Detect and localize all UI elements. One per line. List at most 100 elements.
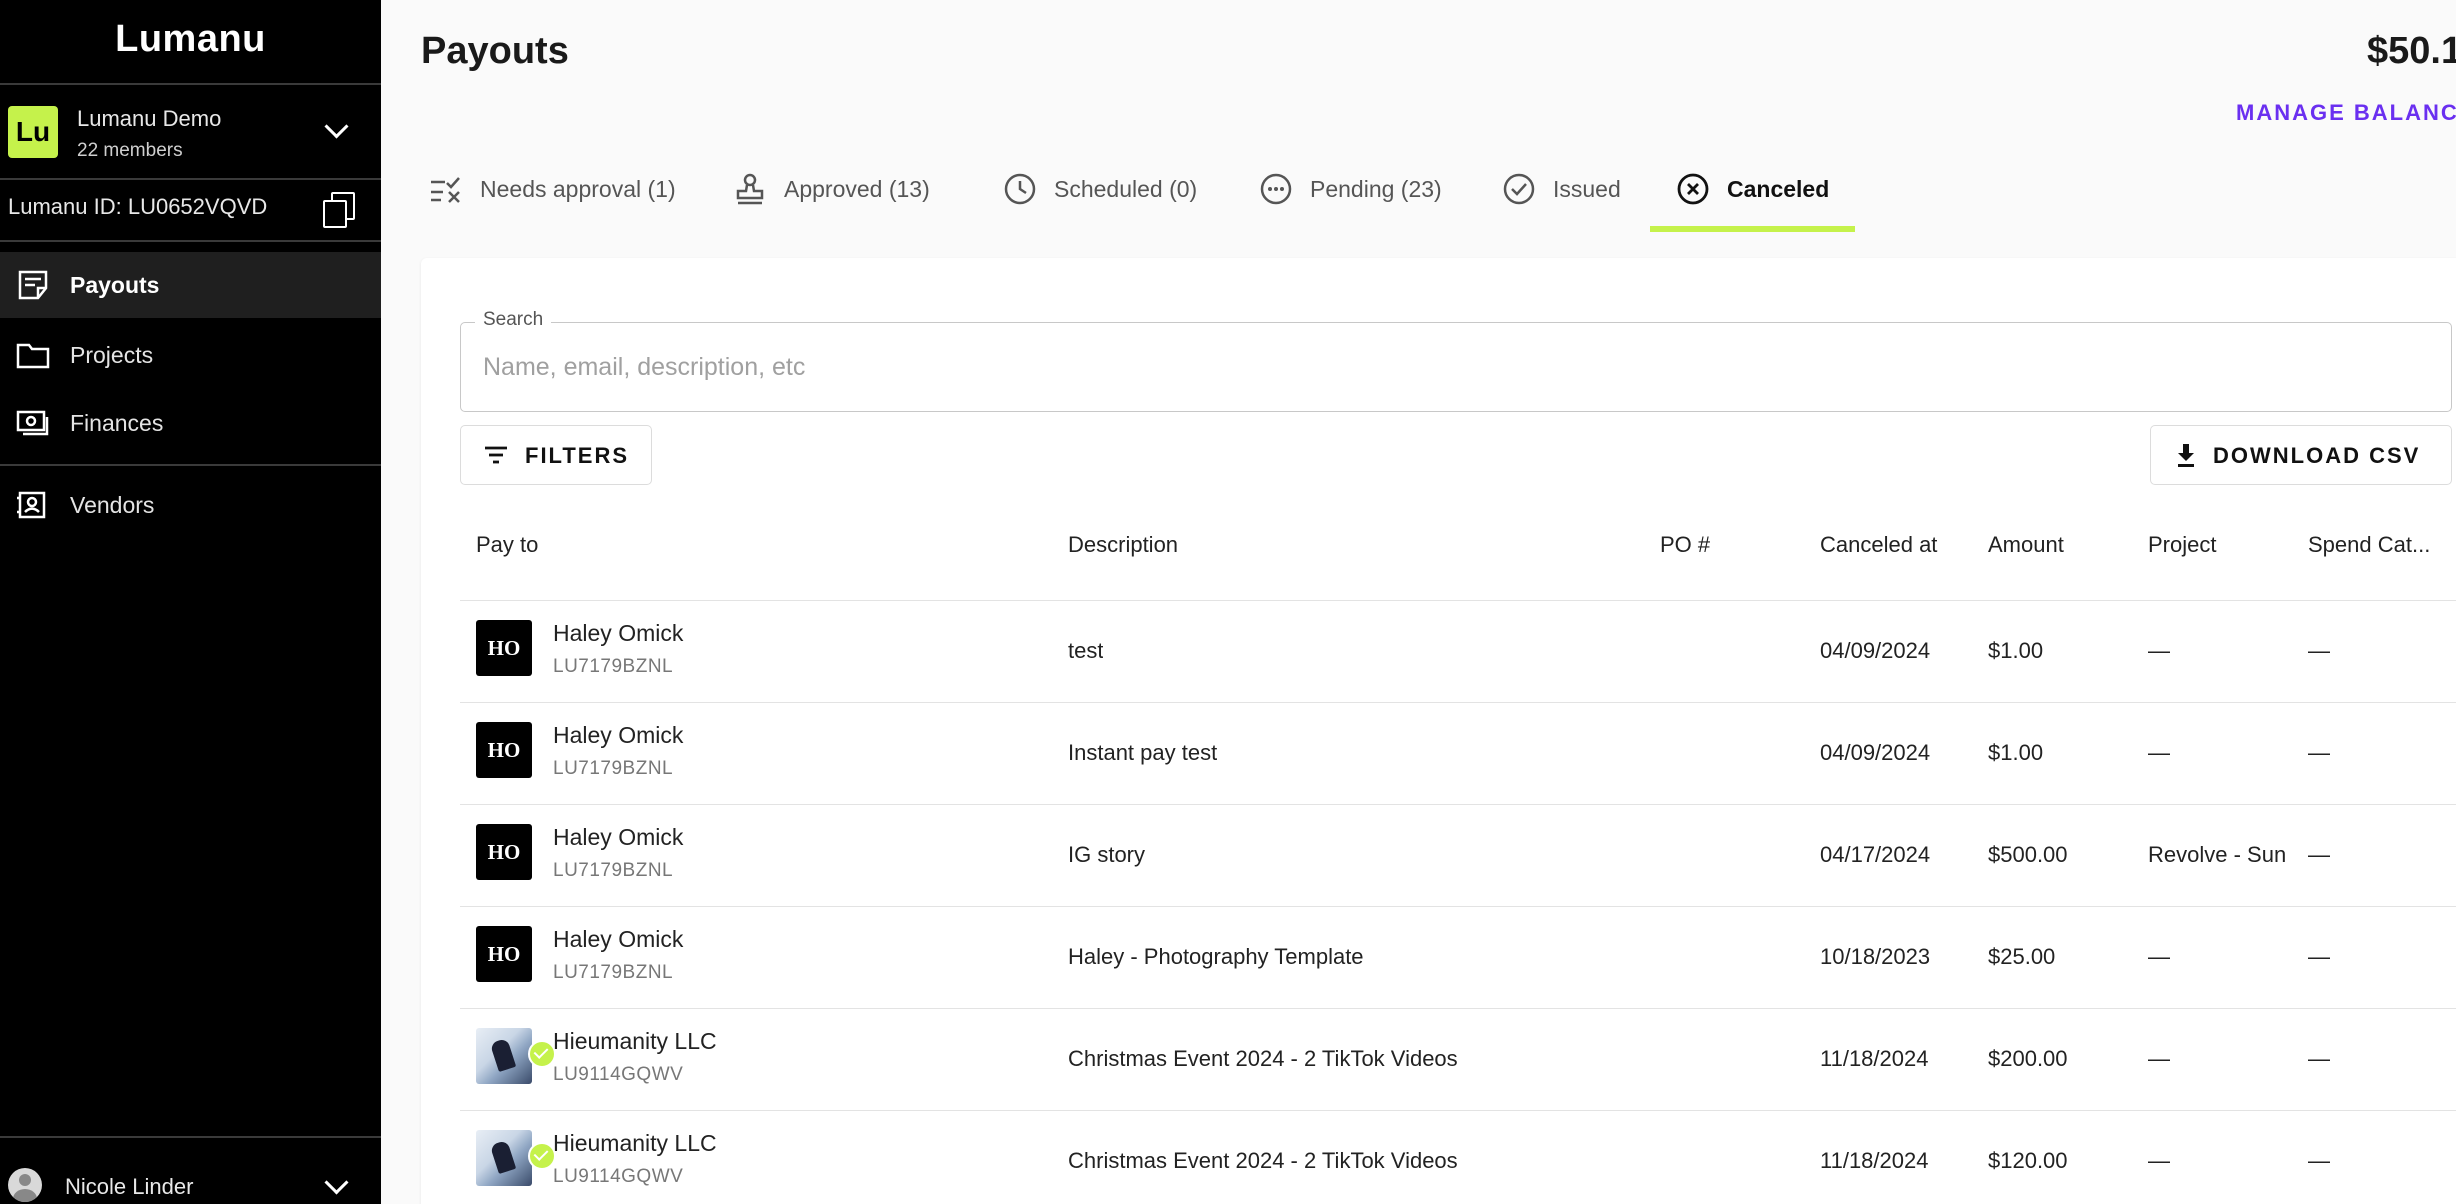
amount-cell: $1.00 [1988, 740, 2044, 765]
payee-id: LU7179BZNL [553, 962, 674, 983]
org-name: Lumanu Demo [77, 106, 222, 131]
spend-category-cell: — [2308, 842, 2330, 867]
balance-amount: $50.1 [2367, 30, 2456, 72]
sidebar-item-label: Vendors [70, 492, 155, 518]
chevron-down-icon [324, 114, 349, 139]
download-icon [2178, 444, 2194, 467]
tab-label: Scheduled (0) [1054, 176, 1198, 202]
column-header[interactable]: Description [1068, 532, 1178, 558]
description-cell: Christmas Event 2024 - 2 TikTok Videos [1068, 1148, 1458, 1173]
project-cell: — [2148, 944, 2170, 969]
payee-id: LU7179BZNL [553, 656, 674, 677]
payee-avatar: HO [476, 926, 532, 982]
spend-category-cell: — [2308, 944, 2330, 969]
table-row[interactable]: HO Haley Omick LU7179BZNL test 04/09/202… [460, 600, 2456, 703]
active-tab-indicator [1650, 226, 1855, 232]
tab-label: Issued [1553, 176, 1621, 202]
sidebar-item-vendors[interactable]: Vendors [0, 472, 381, 538]
lumanu-id: Lumanu ID: LU0652VQVD [8, 194, 268, 219]
payee-name: Haley Omick [553, 926, 684, 952]
sidebar-item-projects[interactable]: Projects [0, 322, 381, 388]
download-csv-button[interactable]: DOWNLOAD CSV [2150, 425, 2452, 485]
cash-icon [16, 410, 49, 436]
status-tabs: Needs approval (1) Approved (13) Schedul… [421, 160, 2321, 232]
column-header[interactable]: Project [2148, 532, 2216, 558]
payee-id: LU9114GQWV [553, 1166, 684, 1187]
table-row[interactable]: HO Haley Omick LU7179BZNL Instant pay te… [460, 702, 2456, 805]
org-members: 22 members [77, 140, 183, 161]
tab-label: Canceled [1727, 176, 1830, 202]
main-content: Payouts $50.1 MANAGE BALANCE Needs appro… [381, 0, 2456, 1204]
payee-name: Hieumanity LLC [553, 1130, 717, 1156]
column-header[interactable]: Amount [1988, 532, 2064, 558]
table-header: Pay to Description PO # Canceled at Amou… [460, 508, 2456, 601]
tab-label: Needs approval (1) [480, 176, 676, 202]
payee-name: Haley Omick [553, 722, 684, 748]
spend-category-cell: — [2308, 740, 2330, 765]
spend-category-cell: — [2308, 638, 2330, 663]
column-header[interactable]: PO # [1660, 532, 1710, 558]
canceled-at-cell: 11/18/2024 [1820, 1046, 1929, 1071]
canceled-at-cell: 04/09/2024 [1820, 740, 1931, 765]
filters-label: FILTERS [525, 443, 630, 468]
user-menu[interactable]: Nicole Linder [0, 1138, 381, 1204]
manage-balance-link[interactable]: MANAGE BALANCE [2236, 100, 2456, 126]
description-cell: Christmas Event 2024 - 2 TikTok Videos [1068, 1046, 1458, 1071]
search-field[interactable]: Search [460, 309, 2452, 412]
description-cell: Haley - Photography Template [1068, 944, 1364, 969]
project-cell: — [2148, 638, 2170, 663]
sidebar-item-label: Finances [70, 410, 164, 436]
payee-name: Haley Omick [553, 620, 684, 646]
amount-cell: $120.00 [1988, 1148, 2068, 1173]
table-row[interactable]: Hieumanity LLC LU9114GQWV Christmas Even… [460, 1008, 2456, 1111]
sidebar-item-payouts[interactable]: Payouts [0, 252, 381, 318]
download-csv-label: DOWNLOAD CSV [2213, 443, 2421, 468]
column-header[interactable]: Pay to [476, 532, 538, 558]
app-logo: Lumanu [115, 18, 266, 60]
payee-avatar: HO [476, 620, 532, 676]
org-switcher[interactable]: Lu Lumanu Demo 22 members [0, 86, 381, 174]
payee-id: LU7179BZNL [553, 758, 674, 779]
payee-id: LU7179BZNL [553, 860, 674, 881]
payee-avatar [476, 1130, 556, 1186]
tab-label: Pending (23) [1310, 176, 1442, 202]
description-cell: Instant pay test [1068, 740, 1218, 765]
more-circle-icon [1260, 173, 1292, 205]
column-header[interactable]: Canceled at [1820, 532, 1937, 558]
stamp-icon [736, 173, 764, 205]
table-row[interactable]: HO Haley Omick LU7179BZNL IG story 04/17… [460, 804, 2456, 907]
verified-icon [528, 1040, 556, 1068]
canceled-at-cell: 04/17/2024 [1820, 842, 1931, 867]
project-cell: — [2148, 740, 2170, 765]
copy-icon[interactable] [323, 192, 355, 228]
sidebar-item-label: Payouts [70, 272, 160, 298]
tab-label: Approved (13) [784, 176, 930, 202]
column-header[interactable]: Spend Cat... [2308, 532, 2430, 558]
payouts-icon [18, 270, 48, 300]
filters-button[interactable]: FILTERS [460, 425, 652, 485]
payee-avatar: HO [476, 722, 532, 778]
description-cell: IG story [1068, 842, 1146, 867]
description-cell: test [1068, 638, 1104, 663]
search-input[interactable] [481, 341, 2425, 393]
payee-id: LU9114GQWV [553, 1064, 684, 1085]
clock-icon [1004, 173, 1036, 205]
table-row[interactable]: HO Haley Omick LU7179BZNL Haley - Photog… [460, 906, 2456, 1009]
folder-icon [16, 343, 50, 369]
amount-cell: $500.00 [1988, 842, 2068, 867]
project-cell: Revolve - Sun [2148, 842, 2287, 867]
org-badge: Lu [8, 106, 58, 158]
spend-category-cell: — [2308, 1046, 2330, 1071]
spend-category-cell: — [2308, 1148, 2330, 1173]
table-row[interactable]: Hieumanity LLC LU9114GQWV Christmas Even… [460, 1110, 2456, 1204]
canceled-at-cell: 04/09/2024 [1820, 638, 1931, 663]
payee-avatar [476, 1028, 556, 1084]
checklist-icon [431, 177, 460, 203]
user-name: Nicole Linder [65, 1174, 194, 1199]
project-cell: — [2148, 1148, 2170, 1173]
sidebar: Lumanu Lu Lumanu Demo 22 members Lumanu … [0, 0, 381, 1204]
sidebar-item-finances[interactable]: Finances [0, 390, 381, 456]
filter-icon [485, 446, 507, 464]
avatar [8, 1168, 42, 1202]
page-title: Payouts [421, 30, 569, 72]
